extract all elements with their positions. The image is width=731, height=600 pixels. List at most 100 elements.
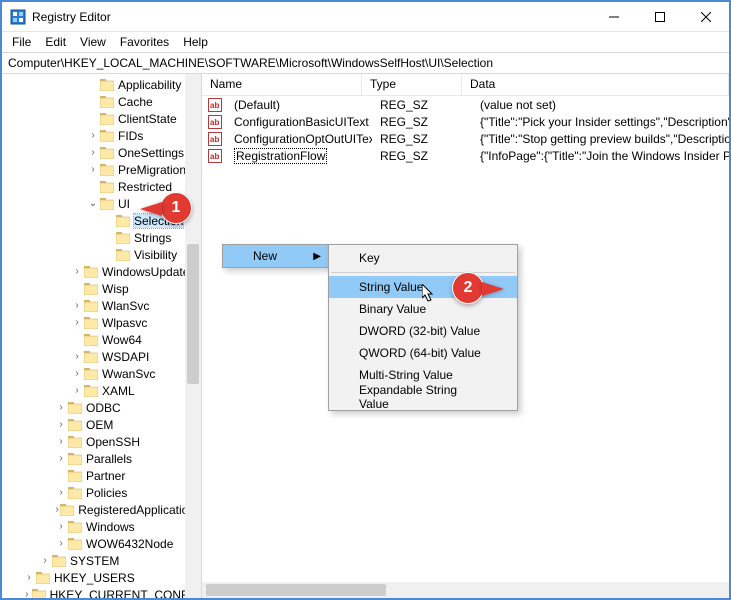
folder-icon <box>68 453 82 465</box>
chevron-right-icon[interactable]: › <box>70 385 84 396</box>
tree-node[interactable]: ›WlanSvc <box>2 297 201 314</box>
tree-node[interactable]: ›WwanSvc <box>2 365 201 382</box>
folder-icon <box>116 215 130 227</box>
tree-node[interactable]: Partner <box>2 467 201 484</box>
menu-view[interactable]: View <box>74 33 112 51</box>
tree-node-label: Partner <box>86 469 125 483</box>
context-menu-new[interactable]: New ▶ <box>223 245 329 267</box>
tree-node[interactable]: ›HKEY_CURRENT_CONFIG <box>2 586 201 598</box>
folder-icon <box>68 470 82 482</box>
tree-node[interactable]: ›SYSTEM <box>2 552 201 569</box>
tree-node-label: Strings <box>134 231 171 245</box>
tree-vscrollbar[interactable] <box>185 74 201 598</box>
tree-node[interactable]: ›PreMigration <box>2 161 201 178</box>
folder-icon <box>52 555 66 567</box>
chevron-right-icon[interactable]: › <box>22 572 36 583</box>
tree-node-label: Applicability <box>118 78 181 92</box>
tree-node[interactable]: ›XAML <box>2 382 201 399</box>
menu-file[interactable]: File <box>6 33 37 51</box>
minimize-button[interactable] <box>591 2 637 31</box>
chevron-right-icon[interactable]: › <box>54 453 68 464</box>
chevron-right-icon[interactable]: › <box>54 487 68 498</box>
tree-node-label: OEM <box>86 418 113 432</box>
folder-icon <box>84 334 98 346</box>
chevron-right-icon[interactable]: › <box>70 351 84 362</box>
value-row[interactable]: abRegistrationFlowREG_SZ{"InfoPage":{"Ti… <box>202 147 729 164</box>
value-row[interactable]: abConfigurationOptOutUITextREG_SZ{"Title… <box>202 130 729 147</box>
folder-icon <box>68 419 82 431</box>
tree-node-label: OneSettings <box>118 146 184 160</box>
tree-node[interactable]: ›Parallels <box>2 450 201 467</box>
tree-node[interactable]: Cache <box>2 93 201 110</box>
value-data: {"InfoPage":{"Title":"Join the Windows I… <box>472 149 729 163</box>
list-hscrollbar[interactable] <box>202 582 729 598</box>
chevron-right-icon[interactable]: › <box>54 402 68 413</box>
context-menu-item[interactable]: QWORD (64-bit) Value <box>329 342 517 364</box>
chevron-right-icon[interactable]: › <box>22 589 32 598</box>
scrollbar-thumb[interactable] <box>206 584 386 596</box>
context-menu-item[interactable]: Expandable String Value <box>329 386 517 408</box>
chevron-right-icon[interactable]: › <box>70 300 84 311</box>
tree-node[interactable]: ›OpenSSH <box>2 433 201 450</box>
tree-node[interactable]: › OneSettings <box>2 144 201 161</box>
tree-node[interactable]: ›WOW6432Node <box>2 535 201 552</box>
value-data: (value not set) <box>472 98 729 112</box>
column-name[interactable]: Name <box>202 74 362 95</box>
tree-node[interactable]: Visibility <box>2 246 201 263</box>
folder-icon <box>100 147 114 159</box>
value-row[interactable]: ab(Default)REG_SZ(value not set) <box>202 96 729 113</box>
tree-node[interactable]: Wisp <box>2 280 201 297</box>
chevron-right-icon[interactable]: › <box>54 521 68 532</box>
chevron-down-icon[interactable]: ⌄ <box>86 198 100 209</box>
chevron-right-icon[interactable]: › <box>86 164 100 175</box>
tree-node[interactable]: ›ODBC <box>2 399 201 416</box>
chevron-right-icon[interactable]: › <box>70 368 84 379</box>
tree-pane[interactable]: ApplicabilityCacheClientState›FIDs›OneSe… <box>2 74 202 598</box>
chevron-right-icon[interactable]: › <box>38 555 52 566</box>
menu-favorites[interactable]: Favorites <box>114 33 175 51</box>
tree-node[interactable]: ›FIDs <box>2 127 201 144</box>
window-title: Registry Editor <box>32 10 591 24</box>
maximize-button[interactable] <box>637 2 683 31</box>
address-bar[interactable]: Computer\HKEY_LOCAL_MACHINE\SOFTWARE\Mic… <box>2 52 729 74</box>
context-menu-item[interactable]: DWORD (32-bit) Value <box>329 320 517 342</box>
folder-icon <box>116 232 130 244</box>
chevron-right-icon[interactable]: › <box>86 130 100 141</box>
tree-node[interactable]: ClientState <box>2 110 201 127</box>
tree-node[interactable]: › Wlpasvc <box>2 314 201 331</box>
folder-icon <box>100 130 114 142</box>
value-data: {"Title":"Pick your Insider settings","D… <box>472 115 729 129</box>
callout-2: 2 <box>452 272 484 304</box>
column-data[interactable]: Data <box>462 74 729 95</box>
context-submenu-new[interactable]: KeyString ValueBinary ValueDWORD (32-bit… <box>328 244 518 411</box>
tree-node[interactable]: ›RegisteredApplications <box>2 501 201 518</box>
scrollbar-thumb[interactable] <box>187 244 199 384</box>
value-type: REG_SZ <box>372 98 472 112</box>
tree-node[interactable]: Strings <box>2 229 201 246</box>
column-type[interactable]: Type <box>362 74 462 95</box>
chevron-right-icon[interactable]: › <box>70 317 84 328</box>
chevron-right-icon[interactable]: › <box>54 538 68 549</box>
tree-node-label: Wlpasvc <box>102 316 147 330</box>
close-button[interactable] <box>683 2 729 31</box>
chevron-right-icon[interactable]: › <box>70 266 84 277</box>
menu-edit[interactable]: Edit <box>39 33 72 51</box>
tree-node[interactable]: Applicability <box>2 76 201 93</box>
tree-node[interactable]: ›HKEY_USERS <box>2 569 201 586</box>
context-menu-item[interactable]: Key <box>329 247 517 269</box>
chevron-right-icon[interactable]: › <box>86 147 100 158</box>
context-menu[interactable]: New ▶ <box>222 244 330 268</box>
tree-node[interactable]: ›Windows <box>2 518 201 535</box>
tree-node-label: Wow64 <box>102 333 142 347</box>
value-row[interactable]: abConfigurationBasicUITextREG_SZ{"Title"… <box>202 113 729 130</box>
tree-node[interactable]: ›WSDAPI <box>2 348 201 365</box>
svg-text:ab: ab <box>210 118 219 127</box>
chevron-right-icon[interactable]: › <box>54 419 68 430</box>
menu-help[interactable]: Help <box>177 33 214 51</box>
tree-node[interactable]: › OEM <box>2 416 201 433</box>
tree-node[interactable]: Wow64 <box>2 331 201 348</box>
chevron-right-icon[interactable]: › <box>54 436 68 447</box>
tree-node[interactable]: ›WindowsUpdate <box>2 263 201 280</box>
folder-icon <box>100 198 114 210</box>
tree-node[interactable]: ›Policies <box>2 484 201 501</box>
